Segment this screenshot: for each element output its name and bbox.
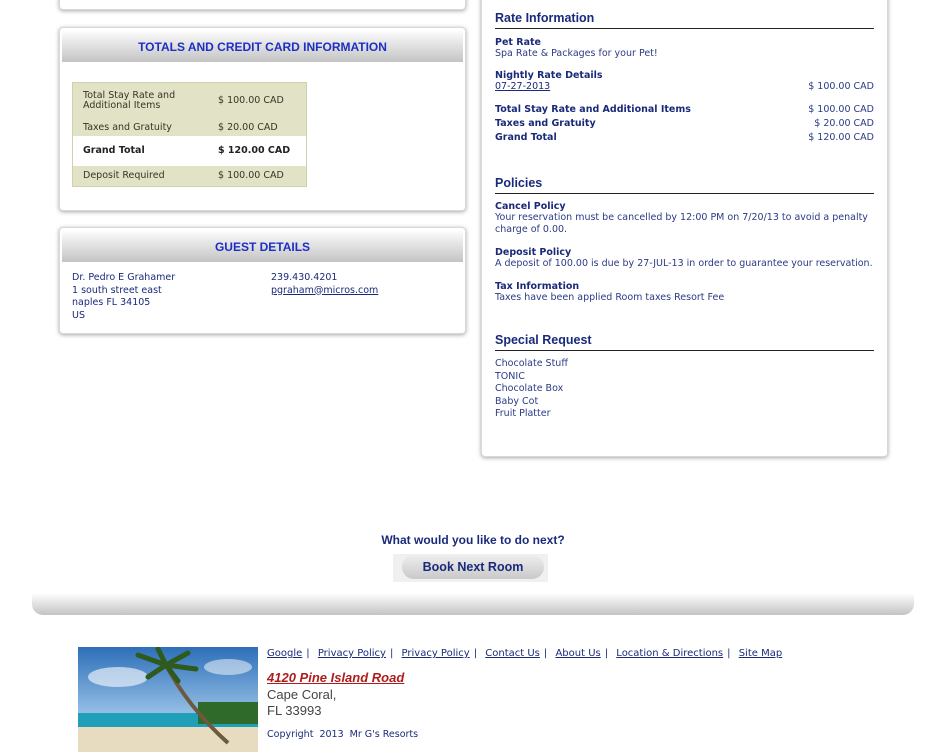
- footer-links: Google | Privacy Policy | Privacy Policy | …: [267, 648, 783, 659]
- totals-card-header: TOTALS AND CREDIT CARD INFORMATION: [62, 30, 463, 62]
- totals-row-taxes: Taxes and Gratuity $ 20.00 CAD: [72, 118, 307, 136]
- footer-link-location-directions[interactable]: Location & Directions: [616, 648, 723, 659]
- previous-card-bottom: [59, 0, 466, 10]
- beach-photo: [78, 647, 258, 752]
- book-next-room-button[interactable]: Book Next Room: [402, 555, 544, 579]
- special-request-item: TONIC: [495, 370, 525, 382]
- guest-phone: 239.430.4201: [271, 272, 338, 283]
- totals-row-stay: Total Stay Rate and Additional Items $ 1…: [72, 82, 307, 119]
- footer-address-city: Cape Coral,: [267, 687, 337, 702]
- tax-row: Taxes and Gratuity $ 20.00 CAD: [495, 118, 874, 129]
- special-request-list: Chocolate Stuff TONIC Chocolate Box Baby…: [495, 358, 874, 421]
- totals-row-value: $ 100.00 CAD: [208, 82, 307, 119]
- footer-link-site-map[interactable]: Site Map: [739, 648, 782, 659]
- rate-information-section: Rate Information Pet Rate Spa Rate & Pac…: [495, 11, 874, 143]
- totals-row-label: Deposit Required: [72, 165, 208, 187]
- footer-link-privacy-policy[interactable]: Privacy Policy: [318, 648, 386, 659]
- grand-total-value: $ 120.00 CAD: [808, 132, 874, 143]
- grand-total-label: Grand Total: [495, 132, 557, 143]
- totals-card: TOTALS AND CREDIT CARD INFORMATION Total…: [59, 27, 466, 211]
- guest-street: 1 south street east: [72, 284, 162, 296]
- footer-divider-bar: [32, 593, 914, 615]
- guest-details-header: GUEST DETAILS: [62, 230, 463, 262]
- tax-information-text: Taxes have been applied Room taxes Resor…: [495, 292, 725, 303]
- guest-city: naples FL 34105: [72, 297, 151, 308]
- totals-row-value: $ 100.00 CAD: [208, 165, 307, 187]
- rate-information-title: Rate Information: [495, 11, 874, 29]
- rate-policy-card: Rate Information Pet Rate Spa Rate & Pac…: [481, 0, 888, 457]
- policies-section: Policies Cancel Policy Your reservation …: [495, 176, 874, 303]
- totals-row-grand: Grand Total $ 120.00 CAD: [72, 135, 307, 166]
- stay-total-label: Total Stay Rate and Additional Items: [495, 104, 691, 115]
- footer-address-zip: FL 33993: [267, 703, 322, 718]
- special-request-item: Fruit Platter: [495, 408, 551, 419]
- nightly-rate-value: $ 100.00 CAD: [808, 81, 874, 92]
- cancel-policy-text: Your reservation must be cancelled by 12…: [495, 212, 868, 235]
- footer-link-privacy-policy[interactable]: Privacy Policy: [402, 648, 470, 659]
- totals-table: Total Stay Rate and Additional Items $ 1…: [72, 82, 307, 187]
- totals-row-value: $ 20.00 CAD: [208, 118, 307, 136]
- totals-row-label: Grand Total: [72, 135, 208, 166]
- policies-title: Policies: [495, 176, 874, 194]
- nightly-rate-row: 07-27-2013 $ 100.00 CAD: [495, 81, 874, 92]
- tax-label: Taxes and Gratuity: [495, 118, 596, 129]
- special-request-item: Chocolate Box: [495, 383, 564, 394]
- tax-value: $ 20.00 CAD: [814, 118, 874, 129]
- deposit-policy-text: A deposit of 100.00 is due by 27-JUL-13 …: [495, 258, 873, 269]
- footer-link-google[interactable]: Google: [267, 648, 302, 659]
- special-request-item: Baby Cot: [495, 395, 539, 407]
- nightly-rate-label: Nightly Rate Details: [495, 70, 603, 81]
- guest-country: US: [72, 309, 85, 321]
- footer-address-link[interactable]: 4120 Pine Island Road: [267, 670, 404, 685]
- stay-total-row: Total Stay Rate and Additional Items $ 1…: [495, 104, 874, 115]
- guest-email-link[interactable]: pgraham@micros.com: [271, 285, 378, 296]
- special-request-section: Special Request Chocolate Stuff TONIC Ch…: [495, 333, 874, 421]
- special-request-title: Special Request: [495, 333, 874, 351]
- footer-link-contact-us[interactable]: Contact Us: [485, 648, 540, 659]
- pet-rate-label: Pet Rate: [495, 37, 541, 48]
- totals-row-label: Taxes and Gratuity: [72, 118, 208, 136]
- footer-copyright: Copyright 2013 Mr G's Resorts: [267, 729, 419, 740]
- totals-row-deposit: Deposit Required $ 100.00 CAD: [72, 165, 307, 187]
- guest-contact-block: 239.430.4201 pgraham@micros.com: [271, 272, 378, 297]
- guest-address-block: Dr. Pedro E Grahamer 1 south street east…: [72, 272, 175, 322]
- tax-information-label: Tax Information: [495, 281, 580, 292]
- next-action-prompt: What would you like to do next?: [381, 533, 565, 547]
- special-request-item: Chocolate Stuff: [495, 358, 568, 369]
- guest-details-card: GUEST DETAILS Dr. Pedro E Grahamer 1 sou…: [59, 227, 466, 334]
- deposit-policy-label: Deposit Policy: [495, 247, 572, 258]
- nightly-date-link[interactable]: 07-27-2013: [495, 81, 550, 92]
- grand-total-row: Grand Total $ 120.00 CAD: [495, 132, 874, 143]
- totals-row-label: Total Stay Rate and Additional Items: [72, 82, 208, 119]
- guest-name: Dr. Pedro E Grahamer: [72, 272, 176, 283]
- stay-total-value: $ 100.00 CAD: [808, 104, 874, 115]
- totals-row-value: $ 120.00 CAD: [208, 135, 307, 166]
- pet-rate-description: Spa Rate & Packages for your Pet!: [495, 48, 658, 59]
- cancel-policy-label: Cancel Policy: [495, 201, 566, 212]
- footer-link-about-us[interactable]: About Us: [555, 648, 600, 659]
